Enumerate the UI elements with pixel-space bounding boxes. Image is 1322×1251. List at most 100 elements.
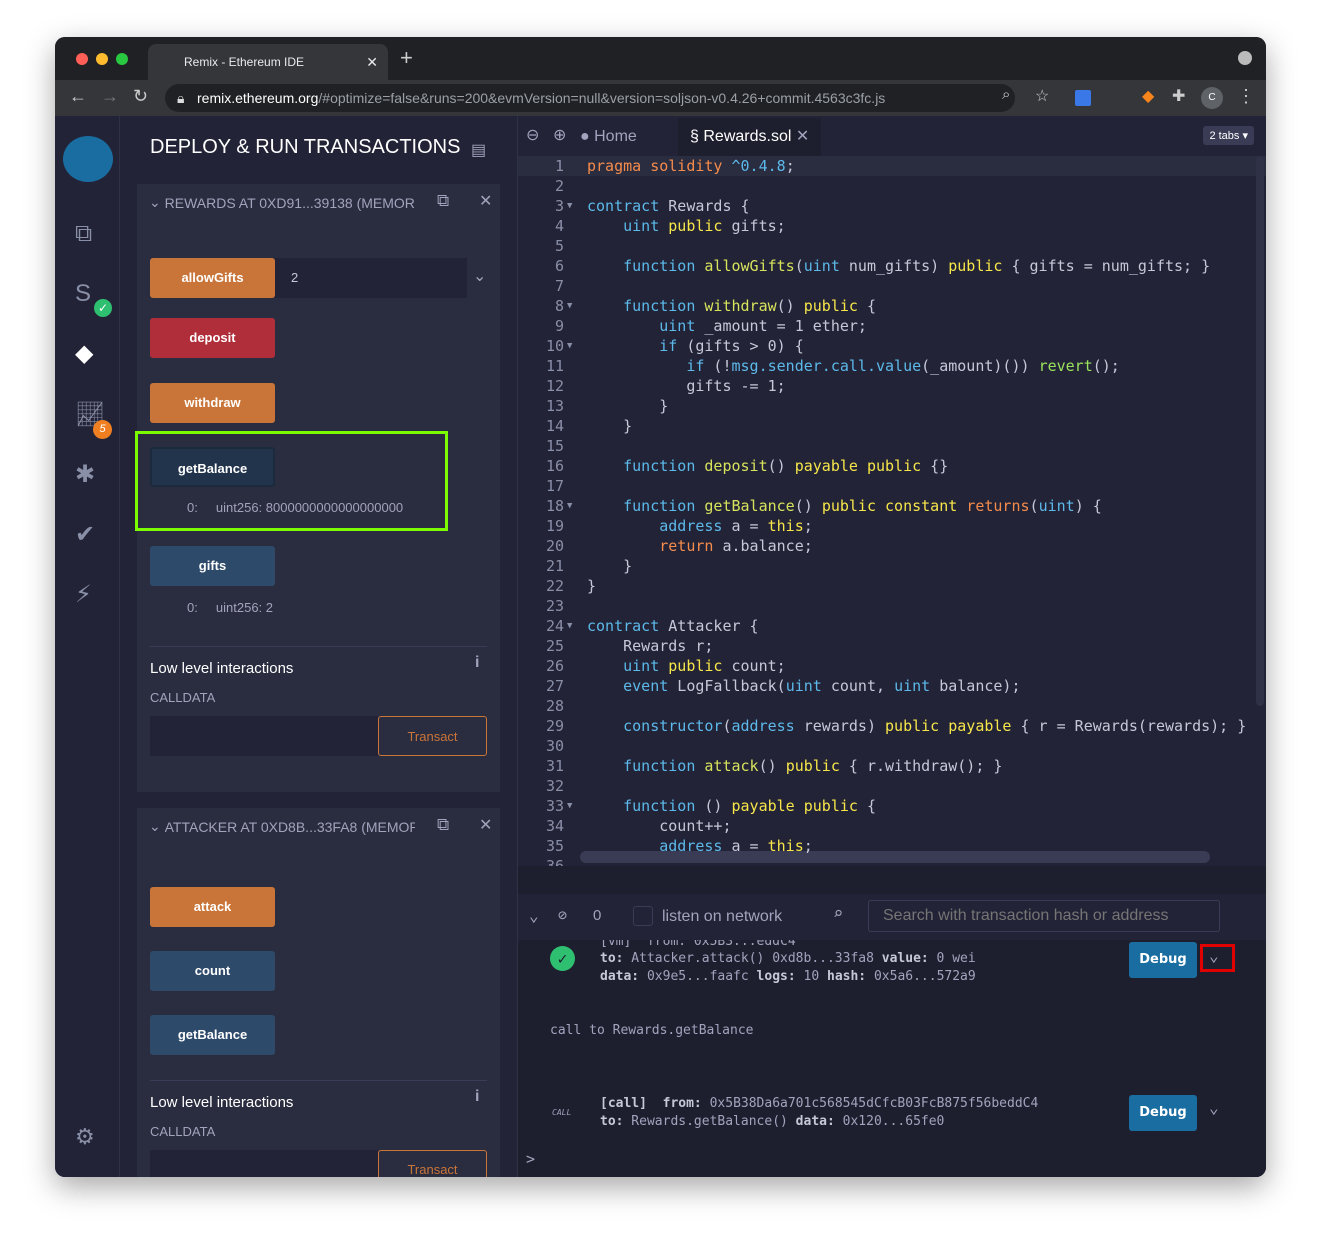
allowgifts-button[interactable]: allowGifts xyxy=(150,258,275,298)
output-value: uint256: 2 xyxy=(215,600,274,615)
fold-arrow-icon[interactable]: ▼ xyxy=(567,616,572,636)
code-token: uint xyxy=(623,657,669,675)
key: data: xyxy=(795,1114,835,1129)
forward-icon[interactable]: → xyxy=(101,86,119,107)
tab-rewards-sol[interactable]: § Rewards.sol ✕ xyxy=(678,118,822,156)
file-explorer-icon[interactable]: ⧉ xyxy=(75,220,92,248)
withdraw-button[interactable]: withdraw xyxy=(150,383,275,423)
terminal: ⌄ ⊘ 0 listen on network ⌕ [vm] from: 0x5… xyxy=(518,866,1266,1177)
remix-logo[interactable] xyxy=(63,136,113,182)
fold-arrow-icon[interactable]: ▼ xyxy=(567,796,572,816)
line-number: 21 xyxy=(545,557,564,575)
getbalance-button[interactable]: getBalance xyxy=(150,1015,275,1055)
line-number: 1 xyxy=(554,157,564,175)
code-token: public xyxy=(785,757,840,775)
remix-home-icon: ● xyxy=(580,128,590,145)
code-token: function xyxy=(623,297,705,315)
reload-icon[interactable]: ↻ xyxy=(133,86,148,107)
browser-tab[interactable]: Remix - Ethereum IDE ✕ xyxy=(148,44,388,80)
remove-instance-icon[interactable]: ✕ xyxy=(479,191,492,211)
zoom-icon[interactable]: ⌕ xyxy=(1002,86,1010,103)
code-token: LogFallback( xyxy=(668,677,786,695)
rewards-instance-header[interactable]: ⌄ REWARDS AT 0XD91...39138 (MEMORY) xyxy=(149,194,415,211)
clear-console-icon[interactable]: ⊘ xyxy=(558,906,567,924)
code-token: ) { xyxy=(1074,497,1102,515)
translate-extension-icon[interactable] xyxy=(1075,90,1091,106)
calldata-input[interactable] xyxy=(150,716,378,756)
copy-address-icon[interactable]: ⧉ xyxy=(437,191,449,211)
tab-search-icon[interactable] xyxy=(1238,51,1252,65)
collapse-terminal-icon[interactable]: ⌄ xyxy=(529,906,539,925)
deploy-run-icon[interactable]: ◆ xyxy=(75,339,93,368)
transact-button[interactable]: Transact xyxy=(378,716,487,756)
back-icon[interactable]: ← xyxy=(69,86,87,107)
solidity-compiler-icon[interactable]: S xyxy=(75,280,91,308)
debug-button[interactable]: Debug xyxy=(1129,942,1197,978)
info-icon[interactable]: i xyxy=(475,654,479,672)
attacker-instance-header[interactable]: ⌄ ATTACKER AT 0XD8B...33FA8 (MEMORY) xyxy=(149,818,415,835)
extensions-icon[interactable]: ✚ xyxy=(1172,86,1185,106)
code-token: gifts -= 1; xyxy=(587,377,786,395)
address-bar: ← → ↻ 🔒︎ remix.ethereum.org/#optimize=fal… xyxy=(55,80,1266,116)
metamask-extension-icon[interactable]: ◆ xyxy=(1142,86,1154,106)
getbalance-button[interactable]: getBalance xyxy=(150,447,275,487)
code-token: { xyxy=(857,797,876,815)
code-token: { gifts = num_gifts; } xyxy=(1002,257,1211,275)
vertical-scrollbar[interactable] xyxy=(1256,156,1264,706)
settings-gear-icon[interactable]: ⚙ xyxy=(75,1124,95,1150)
listen-network-checkbox[interactable] xyxy=(633,906,653,926)
browser-menu-icon[interactable]: ⋮ xyxy=(1237,86,1255,107)
close-window-button[interactable] xyxy=(76,53,88,65)
line-number: 19 xyxy=(545,517,564,535)
plugin-manager-icon[interactable]: ⚡︎ xyxy=(75,580,92,609)
zoom-out-icon[interactable]: ⊖ xyxy=(526,125,539,145)
zoom-in-icon[interactable]: ⊕ xyxy=(553,125,566,145)
deposit-button[interactable]: deposit xyxy=(150,318,275,358)
profile-avatar[interactable]: C xyxy=(1201,87,1223,109)
info-icon[interactable]: i xyxy=(475,1088,479,1106)
debugger-icon[interactable]: ✱ xyxy=(75,460,95,489)
line-number: 8 xyxy=(554,297,564,315)
remove-instance-icon[interactable]: ✕ xyxy=(479,815,492,835)
allowgifts-input[interactable]: 2 xyxy=(275,258,467,298)
new-tab-button[interactable]: + xyxy=(400,45,413,71)
expand-tx-chevron-icon[interactable]: ⌄ xyxy=(1209,1098,1219,1117)
tabs-count-dropdown[interactable]: 2 tabs ▾ xyxy=(1203,126,1254,145)
fold-arrow-icon[interactable]: ▼ xyxy=(567,336,572,356)
transaction-search-input[interactable] xyxy=(868,900,1220,932)
url-field[interactable]: 🔒︎ remix.ethereum.org/#optimize=false&run… xyxy=(165,84,1015,112)
code-token: ( xyxy=(794,257,804,275)
transact-button[interactable]: Transact xyxy=(378,1150,487,1177)
line-number: 12 xyxy=(545,377,564,395)
tab-home[interactable]: ● Home xyxy=(580,116,637,156)
close-tab-icon[interactable]: ✕ xyxy=(796,128,809,145)
expand-params-icon[interactable]: ⌄ xyxy=(473,266,486,286)
gifts-button[interactable]: gifts xyxy=(150,546,275,586)
code-token: { r.withdraw(); } xyxy=(839,757,1003,775)
fold-arrow-icon[interactable]: ▼ xyxy=(567,296,572,316)
fold-arrow-icon[interactable]: ▼ xyxy=(567,196,572,216)
calldata-input[interactable] xyxy=(150,1150,378,1177)
code-editor[interactable]: 1 pragma solidity ^0.4.8; 2 3 ▼ contract Rewa… xyxy=(518,156,1266,866)
attack-button[interactable]: attack xyxy=(150,887,275,927)
close-tab-icon[interactable]: ✕ xyxy=(366,44,378,80)
count-button[interactable]: count xyxy=(150,951,275,991)
maximize-window-button[interactable] xyxy=(116,53,128,65)
copy-address-icon[interactable]: ⧉ xyxy=(437,815,449,835)
terminal-log: [vm] from: 0x5B3...eddC4 ✓ to: Attacker.… xyxy=(518,940,1266,1177)
code-token: function xyxy=(623,457,705,475)
expand-tx-chevron-icon[interactable]: ⌄ xyxy=(1209,946,1219,965)
debug-button[interactable]: Debug xyxy=(1129,1095,1197,1131)
console-prompt[interactable]: > xyxy=(526,1150,535,1168)
bookmark-star-icon[interactable]: ☆ xyxy=(1035,86,1049,106)
minimize-window-button[interactable] xyxy=(96,53,108,65)
line-number: 17 xyxy=(545,477,564,495)
code-token: contract xyxy=(587,197,660,215)
fold-arrow-icon[interactable]: ▼ xyxy=(567,496,572,516)
documentation-icon[interactable]: ▤ xyxy=(471,140,486,160)
line-number: 24 xyxy=(545,617,564,635)
testing-icon[interactable]: ✔ xyxy=(75,520,95,549)
